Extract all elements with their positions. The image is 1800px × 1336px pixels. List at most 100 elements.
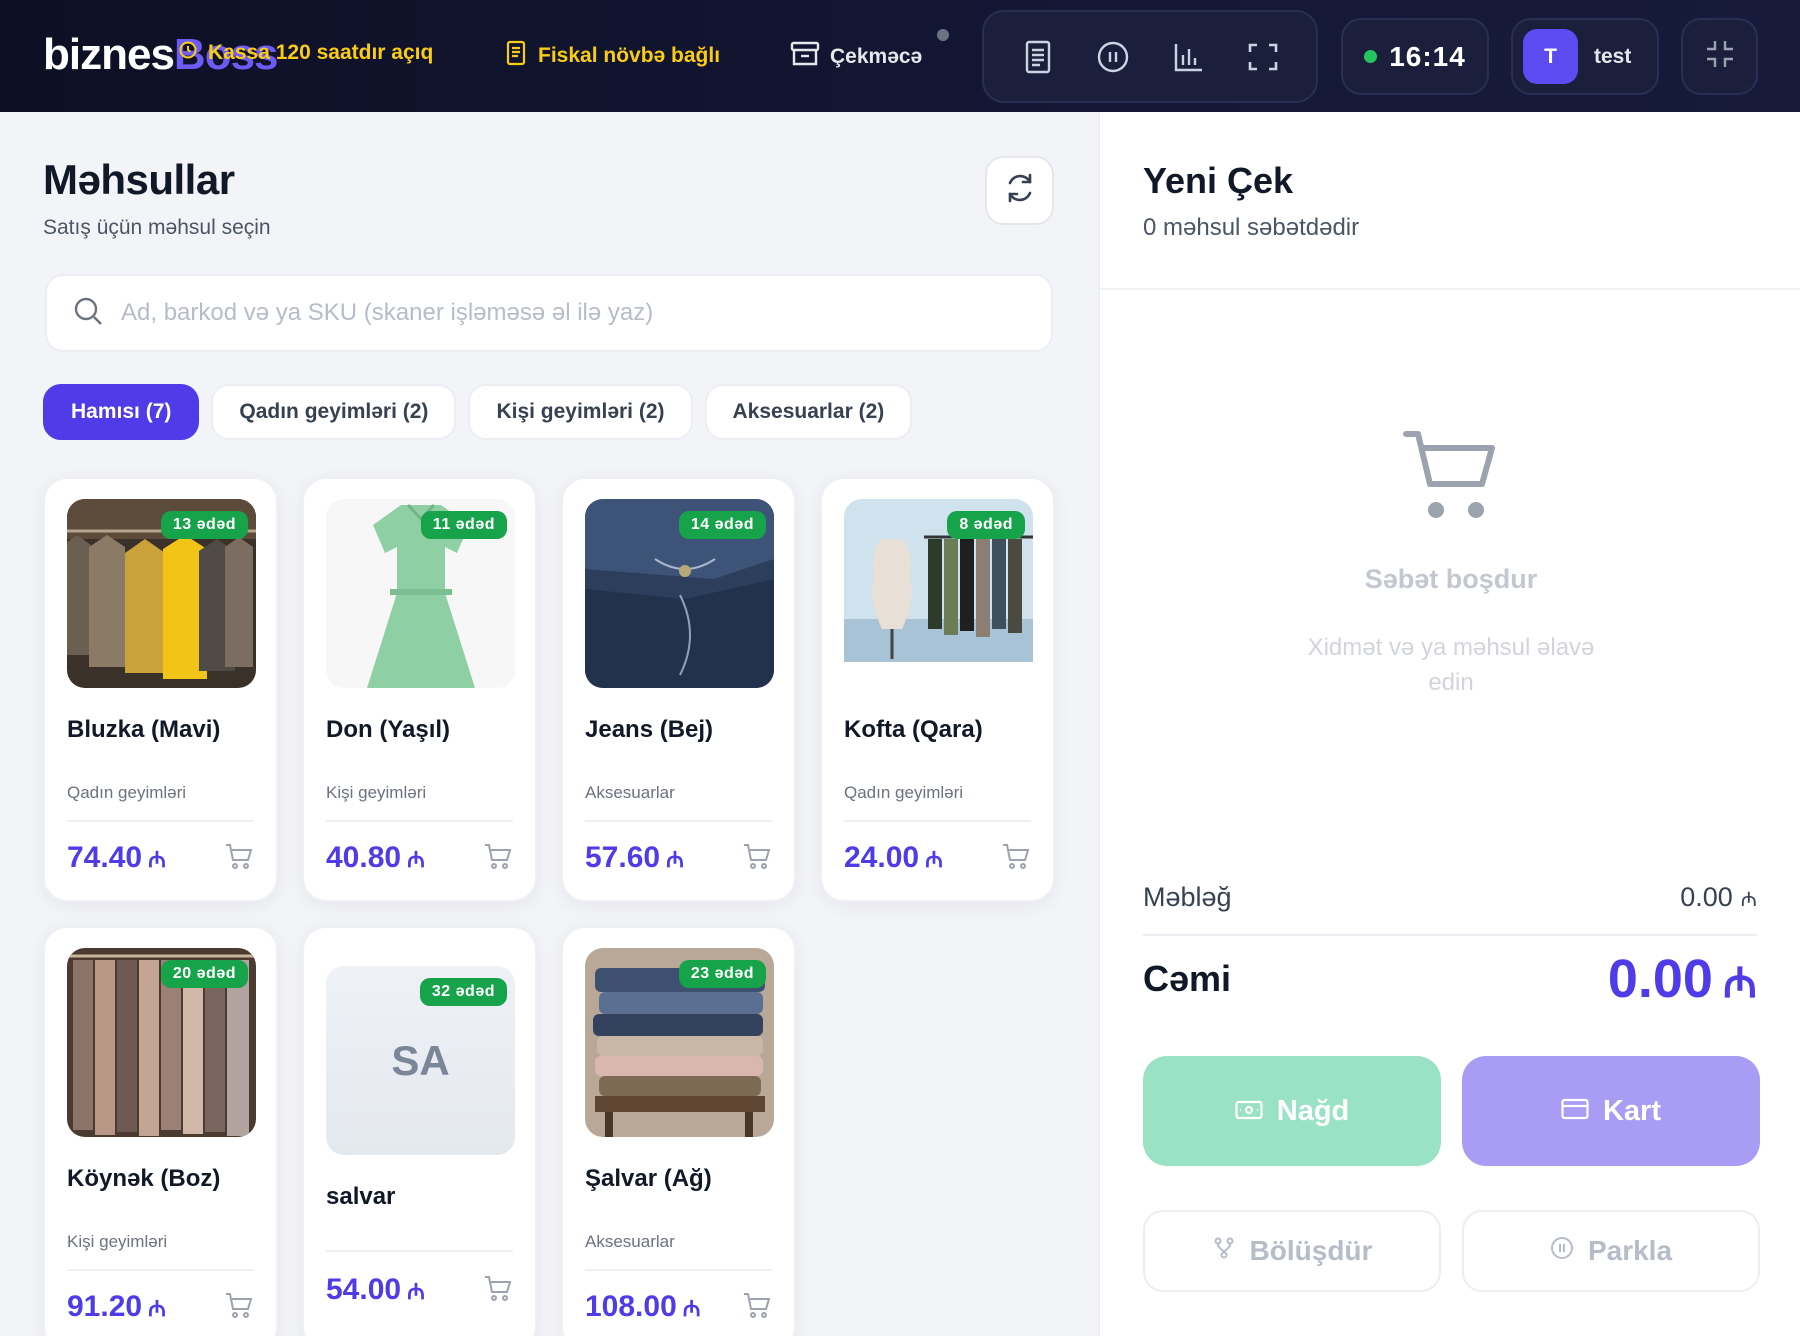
cart-item-count: 0 məhsul səbətdədir [1143, 214, 1360, 241]
product-name: Şalvar (Ağ) [585, 1165, 712, 1192]
tab-all[interactable]: Hamısı (7) [43, 384, 200, 440]
kassa-status[interactable]: Kassa 120 saatdır açıq [178, 40, 433, 66]
product-name: Don (Yaşıl) [326, 716, 451, 743]
total-row: Cəmi 0.00 ₼ [1143, 948, 1757, 1010]
top-bar: biznesBoss Kassa 120 saatdır açıq Fiskal… [0, 0, 1800, 112]
cash-label: Nağd [1276, 1094, 1350, 1127]
product-price: 108.00 ₼ [585, 1290, 701, 1323]
clock-time: 16:14 [1389, 40, 1466, 72]
fullscreen-icon[interactable] [1239, 33, 1287, 81]
product-image: 20 ədəd [67, 948, 256, 1137]
tab-women-clothing[interactable]: Qadın geyimləri (2) [211, 384, 457, 440]
search-input[interactable] [121, 299, 1021, 327]
product-price: 40.80 ₼ [326, 841, 425, 874]
credit-card-icon [1561, 1095, 1589, 1128]
minimize-icon [1704, 38, 1736, 75]
product-price: 24.00 ₼ [844, 841, 943, 874]
add-to-cart-icon[interactable] [224, 841, 254, 876]
receipt-icon [504, 40, 528, 72]
drawer-label: Çekməcə [830, 45, 923, 68]
cart-title: Yeni Çek [1143, 160, 1294, 201]
subtotal-label: Məbləğ [1143, 882, 1232, 912]
exit-fullscreen-button[interactable] [1681, 18, 1758, 95]
archive-icon [790, 40, 820, 74]
product-card[interactable]: 23 ədəd Şalvar (Ağ) Aksesuarlar 108.00 ₼ [561, 926, 796, 1336]
split-label: Bölüşdür [1249, 1235, 1373, 1266]
product-card[interactable]: 11 ədəd Don (Yaşıl) Kişi geyimləri 40.80… [302, 477, 537, 902]
category-tabs: Hamısı (7) Qadın geyimləri (2) Kişi geyi… [43, 384, 913, 440]
clock-display: 16:14 [1341, 18, 1489, 95]
card-divider [326, 1250, 513, 1252]
total-value: 0.00 ₼ [1607, 949, 1757, 1009]
product-price: 91.20 ₼ [67, 1290, 166, 1323]
pause-icon[interactable] [1089, 33, 1137, 81]
product-card[interactable]: 20 ədəd Köynək (Boz) Kişi geyimləri 91.2… [43, 926, 278, 1336]
page-title: Məhsullar [43, 156, 235, 203]
product-image: 23 ədəd [585, 948, 774, 1137]
product-category: Qadın geyimləri [67, 783, 187, 802]
product-category: Kişi geyimləri [326, 783, 427, 802]
stock-badge: 23 ədəd [678, 960, 766, 988]
drawer-button[interactable]: Çekməcə [790, 40, 922, 74]
stock-badge: 8 ədəd [947, 511, 1025, 539]
fiscal-status[interactable]: Fiskal növbə bağlı [504, 40, 720, 72]
product-grid: 13 ədəd Bluzka (Mavi) Qadın geyimləri 74… [43, 477, 1055, 1336]
card-label: Kart [1602, 1094, 1661, 1127]
tab-accessories[interactable]: Aksesuarlar (2) [704, 384, 913, 440]
kassa-status-label: Kassa 120 saatdır açıq [208, 41, 434, 64]
search-icon [73, 296, 103, 331]
park-order-button[interactable]: Parkla [1462, 1210, 1760, 1292]
online-status-dot [1364, 50, 1378, 63]
fiscal-status-label: Fiskal növbə bağlı [538, 44, 721, 67]
product-name: Bluzka (Mavi) [67, 716, 221, 743]
subtotal-value: 0.00 ₼ [1680, 882, 1757, 912]
receipt-icon[interactable] [1014, 33, 1062, 81]
card-divider [326, 820, 513, 822]
refresh-icon [1003, 171, 1037, 210]
stock-badge: 32 ədəd [419, 978, 507, 1006]
refresh-button[interactable] [985, 156, 1054, 225]
split-payment-button[interactable]: Bölüşdür [1143, 1210, 1441, 1292]
add-to-cart-icon[interactable] [1001, 841, 1031, 876]
page-subtitle: Satış üçün məhsul seçin [43, 216, 271, 239]
product-category: Aksesuarlar [585, 1232, 675, 1251]
clock-icon [178, 40, 198, 66]
add-to-cart-icon[interactable] [742, 1290, 772, 1325]
product-name: Jeans (Bej) [585, 716, 714, 743]
tab-men-clothing[interactable]: Kişi geyimləri (2) [468, 384, 693, 440]
product-name: Kofta (Qara) [844, 716, 983, 743]
card-divider [67, 820, 254, 822]
product-price: 74.40 ₼ [67, 841, 166, 874]
product-category: Kişi geyimləri [67, 1232, 168, 1251]
cart-divider [1100, 288, 1800, 290]
park-label: Parkla [1587, 1235, 1673, 1266]
product-initials: SA [391, 1036, 450, 1084]
toolbar-icon-group [982, 10, 1318, 103]
add-to-cart-icon[interactable] [483, 1273, 513, 1308]
stock-badge: 14 ədəd [678, 511, 766, 539]
product-card[interactable]: 13 ədəd Bluzka (Mavi) Qadın geyimləri 74… [43, 477, 278, 902]
card-payment-button[interactable]: Kart [1462, 1056, 1760, 1166]
add-to-cart-icon[interactable] [224, 1290, 254, 1325]
add-to-cart-icon[interactable] [483, 841, 513, 876]
product-card[interactable]: 14 ədəd Jeans (Bej) Aksesuarlar 57.60 ₼ [561, 477, 796, 902]
empty-cart-icon [1402, 428, 1502, 533]
product-card[interactable]: SA 32 ədəd salvar 54.00 ₼ [302, 926, 537, 1336]
product-name: salvar [326, 1183, 396, 1210]
card-divider [67, 1269, 254, 1271]
search-bar[interactable] [45, 274, 1053, 352]
stock-badge: 11 ədəd [420, 511, 507, 539]
chart-icon[interactable] [1164, 33, 1212, 81]
add-to-cart-icon[interactable] [742, 841, 772, 876]
user-name: test [1594, 44, 1632, 68]
product-price: 54.00 ₼ [326, 1273, 425, 1306]
card-divider [585, 820, 772, 822]
product-image-placeholder: SA 32 ədəd [326, 966, 515, 1155]
user-menu[interactable]: T test [1511, 18, 1659, 95]
product-card[interactable]: 8 ədəd Kofta (Qara) Qadın geyimləri 24.0… [820, 477, 1055, 902]
product-image: 14 ədəd [585, 499, 774, 688]
cash-icon [1235, 1095, 1263, 1128]
cash-payment-button[interactable]: Nağd [1143, 1056, 1441, 1166]
product-image: 11 ədəd [326, 499, 515, 688]
cart-panel: Yeni Çek 0 məhsul səbətdədir Səbət boşdu… [1098, 112, 1800, 1336]
